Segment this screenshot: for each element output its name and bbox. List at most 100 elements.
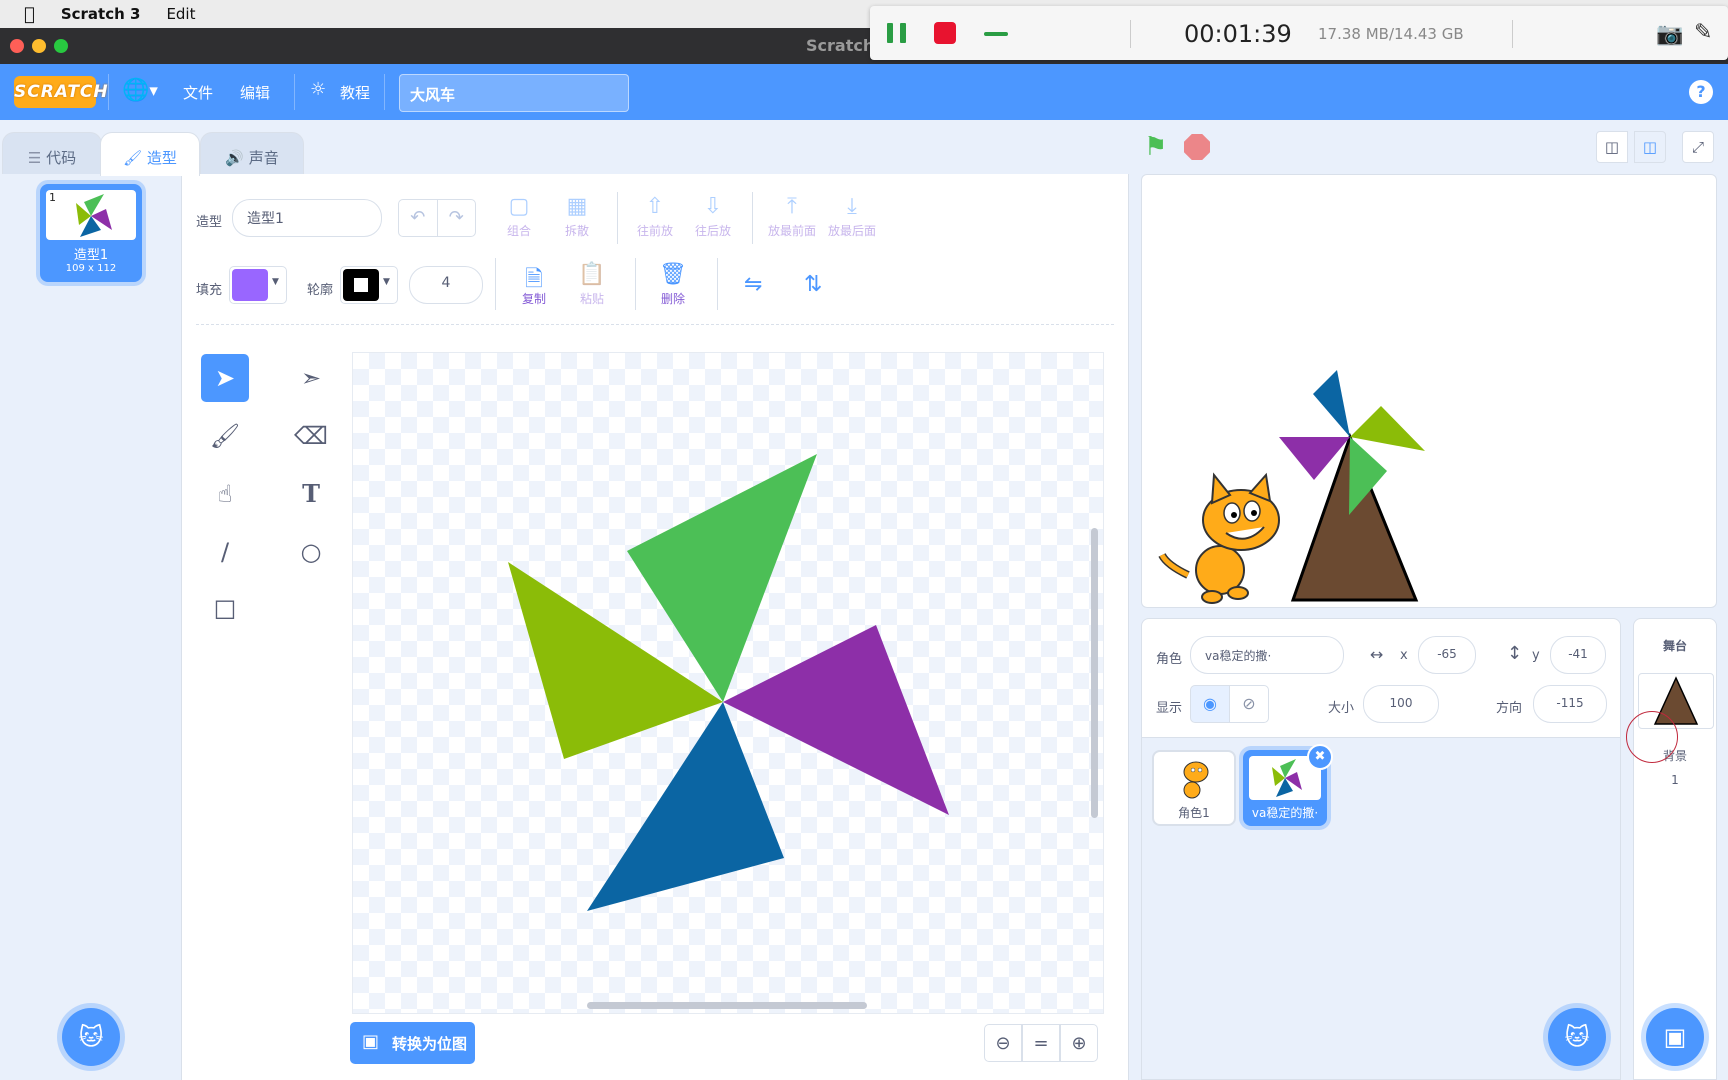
scratch-logo[interactable]: SCRATCH <box>14 76 108 108</box>
blade-purple[interactable] <box>723 625 949 815</box>
delete-sprite-icon[interactable]: ✖ <box>1307 744 1333 770</box>
close-window-button[interactable] <box>10 39 24 53</box>
small-stage-icon[interactable]: ◫ <box>1596 131 1628 163</box>
costume-tile[interactable]: 1 造型1 109 x 112 <box>40 184 142 282</box>
apple-icon[interactable]:  <box>24 4 35 25</box>
speaker-icon: 🔊 <box>225 149 244 167</box>
sprite-tile-selected[interactable]: va稳定的撒· ✖ <box>1243 744 1333 826</box>
ungroup-button[interactable]: ▦ 拆散 <box>549 194 605 239</box>
tutorials-menu[interactable]: 教程 <box>340 82 370 103</box>
cat-thumbnail <box>1183 761 1209 799</box>
show-label: 显示 <box>1156 701 1183 716</box>
stage[interactable] <box>1141 174 1717 608</box>
backdrop-count: 1 <box>1671 773 1679 787</box>
pinwheel-thumbnail <box>76 194 112 237</box>
windmill-blade-blue <box>1313 370 1350 437</box>
undo-icon[interactable]: ↶ <box>399 200 438 236</box>
fullscreen-icon[interactable]: ⤢ <box>1682 131 1714 163</box>
zoom-reset-icon[interactable]: = <box>1022 1024 1060 1062</box>
pause-icon[interactable] <box>886 23 908 43</box>
redo-icon[interactable]: ↷ <box>438 200 476 236</box>
y-arrows-icon: ↕ <box>1507 643 1523 664</box>
edit-icon[interactable]: ✎ <box>1694 20 1712 45</box>
rectangle-tool-icon[interactable]: □ <box>201 584 249 632</box>
lightbulb-icon[interactable]: ☼ <box>310 79 326 100</box>
edit-menu[interactable]: Edit <box>166 5 195 23</box>
direction-input[interactable]: -115 <box>1533 685 1607 723</box>
flip-horizontal-icon[interactable]: ⇋ <box>744 272 762 297</box>
copy-button[interactable]: 🗎 复制 <box>506 262 562 307</box>
reshape-tool-icon[interactable]: ➣ <box>287 354 335 402</box>
back-label: 放最后面 <box>827 224 876 238</box>
forward-button[interactable]: ⇧ 往前放 <box>627 194 683 239</box>
minimize-recorder-button[interactable] <box>984 32 1008 36</box>
stop-record-button[interactable] <box>934 22 956 44</box>
zoom-window-button[interactable] <box>54 39 68 53</box>
backward-label: 往后放 <box>694 224 731 238</box>
sprite-name: va稳定的撒· <box>1251 806 1319 820</box>
app-menu[interactable]: Scratch 3 <box>61 5 141 23</box>
sprite-name-input[interactable]: va稳定的撒· <box>1190 636 1344 674</box>
arrow-top-icon: ⤒ <box>787 194 797 219</box>
tab-costumes-label: 造型 <box>146 149 177 167</box>
back-button[interactable]: ⤓ 放最后面 <box>824 194 880 239</box>
size-input[interactable]: 100 <box>1363 685 1439 723</box>
backward-button[interactable]: ⇩ 往后放 <box>685 194 741 239</box>
green-flag-icon[interactable]: ⚑ <box>1144 132 1167 162</box>
costume-size: 109 x 112 <box>65 263 117 274</box>
paint-canvas[interactable] <box>352 352 1104 1014</box>
choose-costume-button[interactable]: 🐱 <box>62 1008 120 1066</box>
pinwheel-costume <box>508 454 949 911</box>
hide-eye-icon[interactable]: ⊘ <box>1229 685 1269 723</box>
choose-sprite-button[interactable]: 🐱 <box>1548 1008 1606 1066</box>
edit-menu-scratch[interactable]: 编辑 <box>240 82 270 103</box>
fill-tool-icon[interactable]: ☝ <box>201 470 249 518</box>
costume-name-input[interactable]: 造型1 <box>232 199 382 237</box>
convert-bitmap-button[interactable]: ▣ 转换为位图 <box>350 1022 475 1064</box>
outline-width-input[interactable]: 4 <box>409 266 483 304</box>
show-eye-icon[interactable]: ◉ <box>1190 685 1230 723</box>
delete-button[interactable]: 🗑 删除 <box>645 262 701 307</box>
windmill-blade-lime <box>1350 406 1425 451</box>
eraser-tool-icon[interactable]: ⌫ <box>287 412 335 460</box>
outline-swatch <box>343 269 379 301</box>
horizontal-scrollbar[interactable] <box>587 1002 867 1009</box>
group-icon: ▢ <box>508 194 530 219</box>
stop-sign-icon[interactable] <box>1184 134 1210 160</box>
sprite-tile[interactable]: 角色1 <box>1152 750 1236 826</box>
convert-bitmap-label: 转换为位图 <box>392 1035 468 1053</box>
choose-backdrop-button[interactable]: ▣ <box>1646 1008 1704 1066</box>
globe-icon[interactable]: 🌐▼ <box>122 78 158 103</box>
minimize-window-button[interactable] <box>32 39 46 53</box>
arrow-up-icon: ⇧ <box>645 194 665 219</box>
text-tool-icon[interactable]: T <box>287 470 335 518</box>
brush-tool-icon[interactable]: 🖌 <box>201 412 249 460</box>
file-menu[interactable]: 文件 <box>183 82 213 103</box>
project-title-input[interactable]: 大风车 <box>399 74 629 112</box>
line-tool-icon[interactable]: ∕ <box>201 528 249 576</box>
fill-color-picker[interactable]: ▼ <box>229 266 287 304</box>
sprite-info-panel: 角色 va稳定的撒· ↔ x -65 ↕ y -41 显示 ◉ ⊘ 大小 100… <box>1141 618 1621 738</box>
tab-sounds[interactable]: 🔊 声音 <box>200 132 304 174</box>
paste-button[interactable]: 📋 粘贴 <box>564 262 620 307</box>
chevron-down-icon: ▼ <box>383 277 390 287</box>
group-button[interactable]: ▢ 组合 <box>491 194 547 239</box>
x-input[interactable]: -65 <box>1418 636 1476 674</box>
y-input[interactable]: -41 <box>1550 636 1606 674</box>
tab-code[interactable]: ☰ 代码 <box>2 132 102 174</box>
help-icon[interactable]: ? <box>1689 80 1713 104</box>
circle-tool-icon[interactable]: ○ <box>287 528 335 576</box>
vertical-scrollbar[interactable] <box>1091 528 1098 818</box>
large-stage-icon[interactable]: ◫ <box>1634 131 1666 163</box>
zoom-out-icon[interactable]: ⊖ <box>984 1024 1022 1062</box>
outline-color-picker[interactable]: ▼ <box>340 266 398 304</box>
flip-vertical-icon[interactable]: ⇅ <box>804 272 822 297</box>
direction-label: 方向 <box>1496 701 1523 716</box>
front-button[interactable]: ⤒ 放最前面 <box>764 194 820 239</box>
fill-label: 填充 <box>196 283 223 298</box>
tab-costumes[interactable]: 🖌 造型 <box>100 132 200 176</box>
select-tool-icon[interactable]: ➤ <box>201 354 249 402</box>
camera-icon[interactable]: 📷 <box>1656 22 1683 47</box>
paste-label: 粘贴 <box>579 292 604 306</box>
zoom-in-icon[interactable]: ⊕ <box>1060 1024 1098 1062</box>
